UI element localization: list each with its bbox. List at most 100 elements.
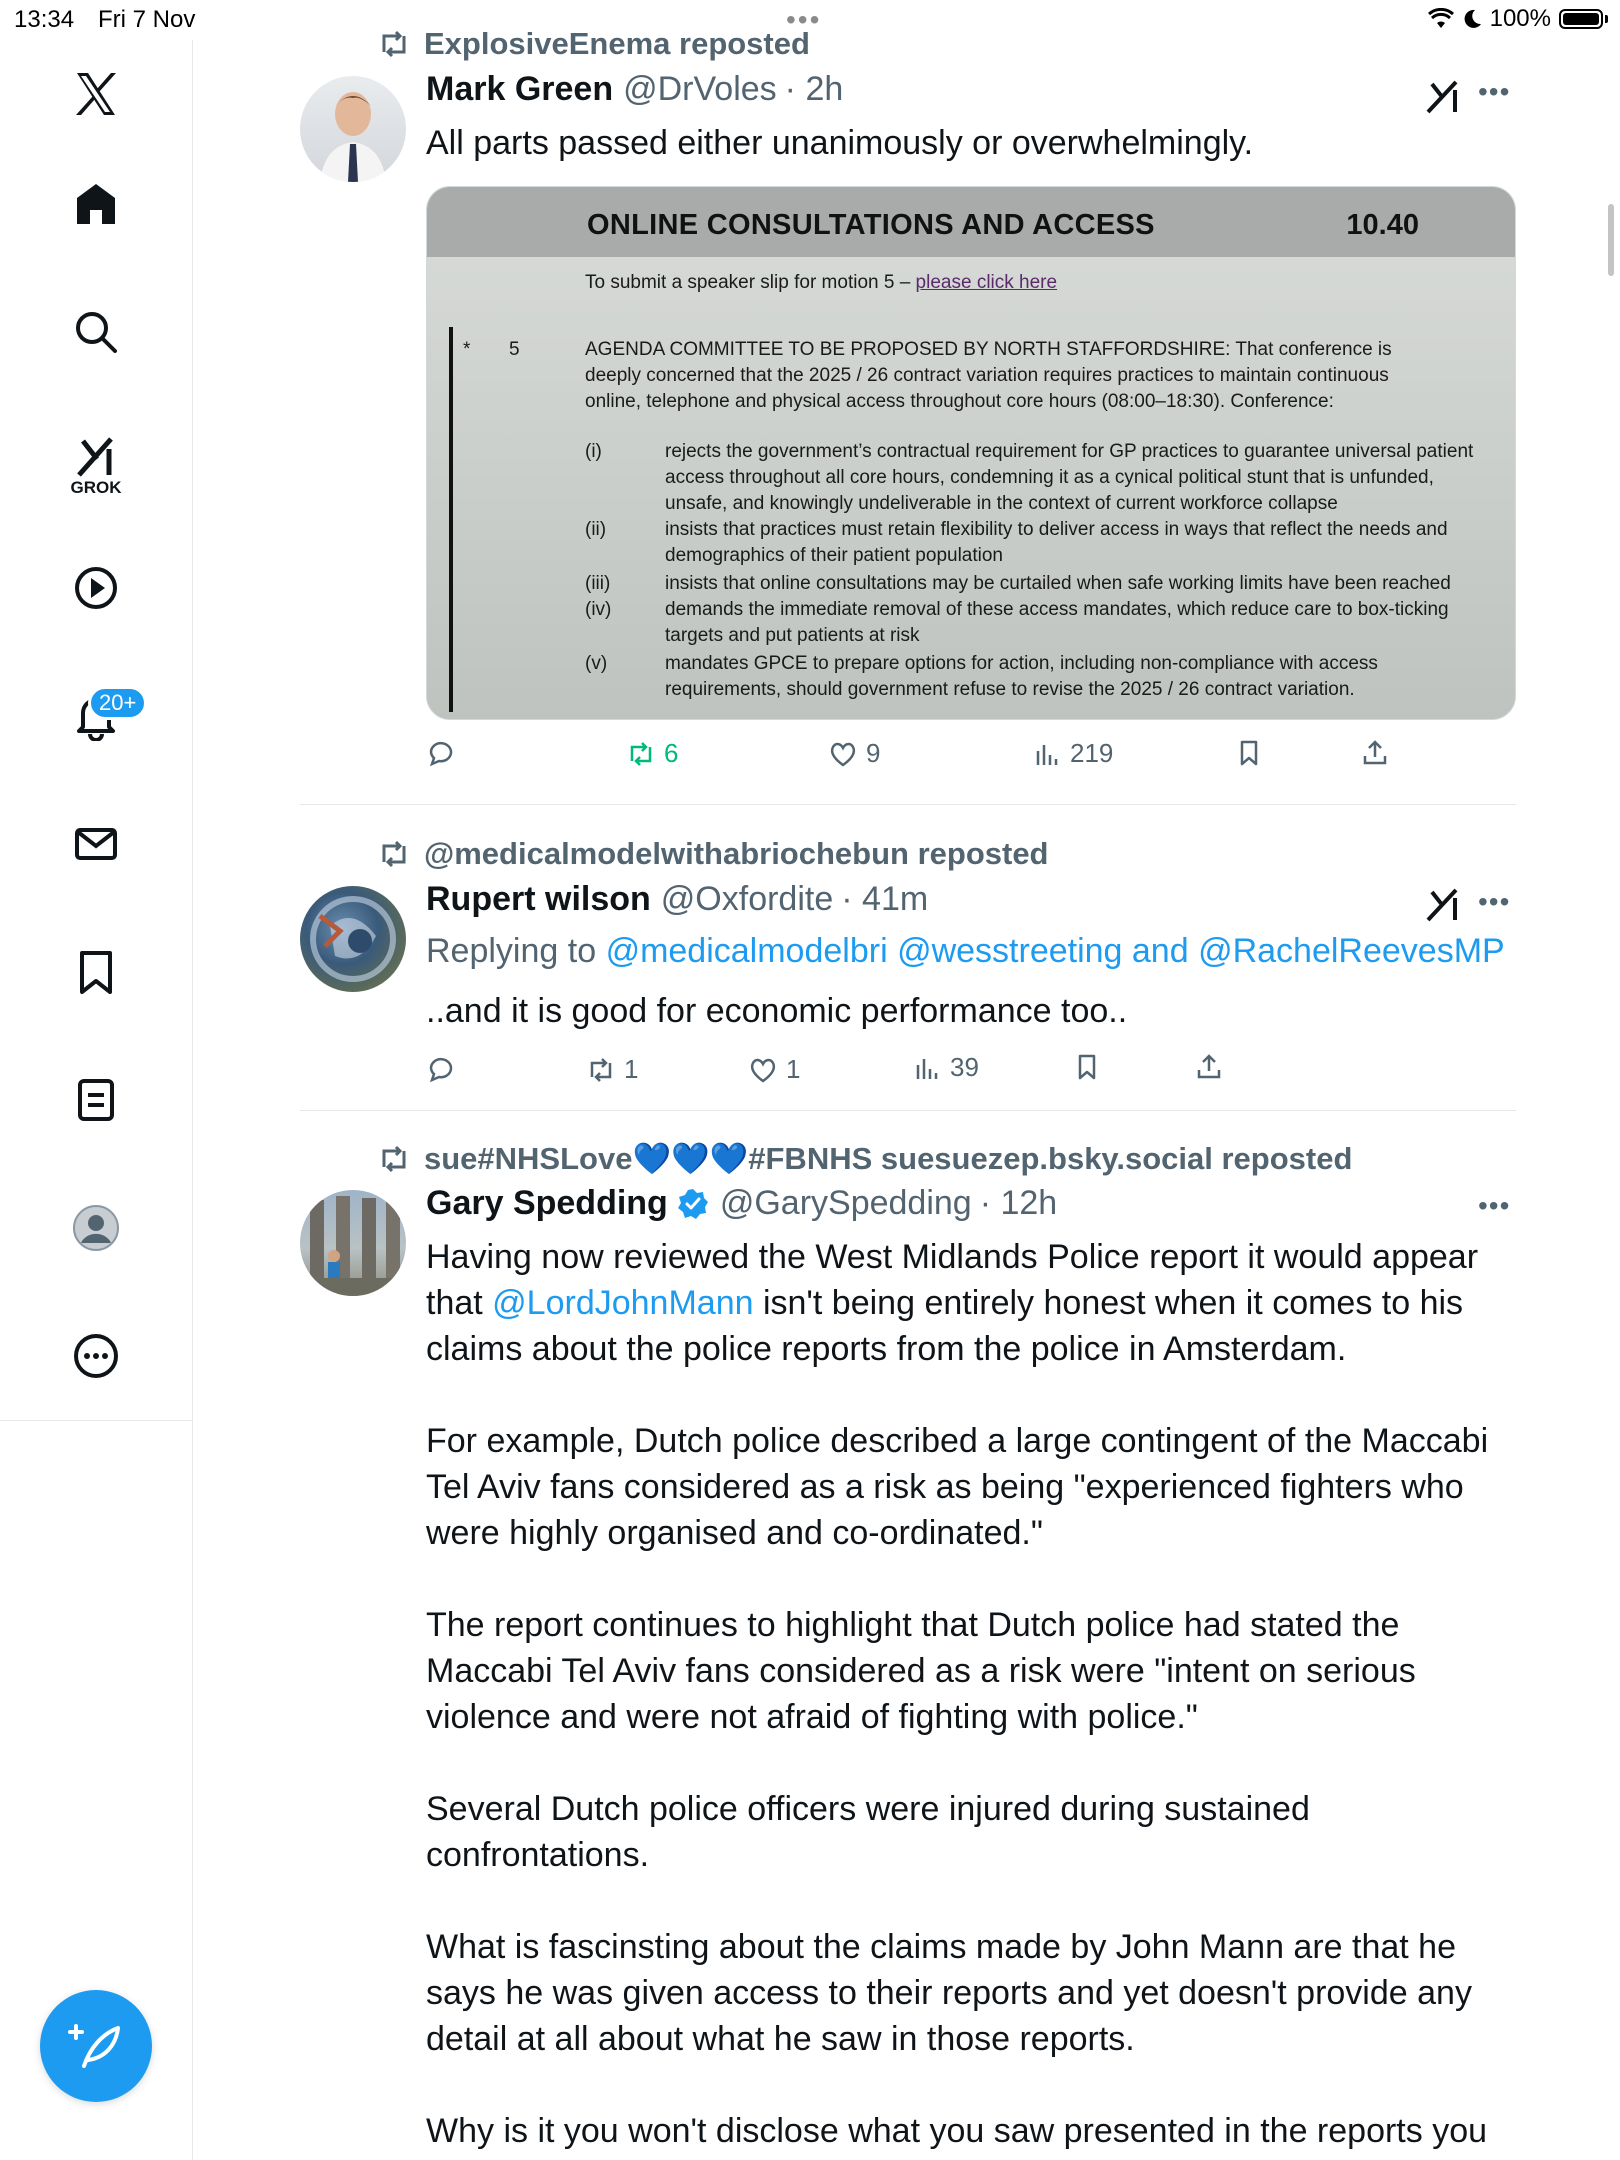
battery-tip: [1605, 15, 1608, 23]
sidebar: GROK: [0, 40, 193, 1420]
x-logo-icon[interactable]: [56, 54, 136, 134]
bookmark-icon: [1240, 740, 1258, 766]
share-icon: [1363, 740, 1387, 765]
doc-item-text: mandates GPCE to prepare options for act…: [665, 653, 1378, 700]
doc-item-num: (iii): [585, 573, 611, 594]
grok-icon[interactable]: [1424, 884, 1464, 924]
doc-item-num: (v): [585, 653, 608, 674]
avatar[interactable]: [300, 1190, 406, 1296]
reply-icon: [429, 741, 453, 767]
like-button[interactable]: 1: [748, 1054, 800, 1085]
bookmark-button[interactable]: [1234, 738, 1264, 768]
reply-button[interactable]: [426, 738, 456, 768]
compose-feather-icon: [68, 2024, 120, 2068]
analytics-icon: [916, 1058, 938, 1079]
doc-item-num: (ii): [585, 519, 607, 540]
author-name[interactable]: Gary Spedding: [426, 1184, 668, 1223]
replying-prefix: Replying to: [426, 932, 597, 970]
more-options-icon[interactable]: •••: [1478, 1190, 1510, 1222]
doc-motion-text: AGENDA COMMITTEE TO BE PROPOSED BY NORTH…: [585, 339, 1392, 412]
more-options-icon[interactable]: •••: [1478, 76, 1510, 108]
status-right: 100%: [1427, 5, 1608, 33]
bookmarks-icon[interactable]: [56, 932, 136, 1012]
post-text: ..and it is good for economic performanc…: [426, 992, 1128, 1030]
status-bar: 13:34 Fri 7 Nov ••• 100%: [0, 0, 1620, 40]
share-button[interactable]: [1194, 1052, 1224, 1082]
post-author[interactable]: Mark Green @DrVoles · 2h: [426, 70, 843, 109]
post-divider: [300, 804, 1516, 805]
sidebar-border: [192, 1420, 193, 2160]
repost-icon: [590, 1057, 612, 1082]
post-time[interactable]: · 12h: [980, 1184, 1058, 1223]
avatar[interactable]: [300, 886, 406, 992]
doc-item-text: rejects the government’s contractual req…: [665, 441, 1474, 514]
like-count: 9: [866, 738, 881, 768]
bookmark-button[interactable]: [1072, 1052, 1102, 1082]
wifi-icon: [1427, 8, 1454, 28]
like-count: 1: [786, 1054, 801, 1084]
messages-envelope-icon[interactable]: [56, 804, 136, 884]
doc-time: 10.40: [1346, 209, 1419, 241]
battery-icon: [1559, 9, 1603, 29]
moon-icon: [1464, 9, 1481, 28]
share-button[interactable]: [1360, 738, 1390, 768]
reply-icon: [429, 1057, 453, 1083]
author-name[interactable]: Rupert wilson: [426, 880, 651, 919]
post-author[interactable]: Rupert wilson @Oxfordite · 41m: [426, 880, 928, 919]
profile-avatar-icon[interactable]: [56, 1188, 136, 1268]
more-options-icon[interactable]: [56, 1316, 136, 1396]
avatar[interactable]: [300, 76, 406, 182]
replying-to-handles[interactable]: @medicalmodelbri @wesstreeting and @Rach…: [606, 932, 1505, 970]
video-icon[interactable]: [56, 548, 136, 628]
post-time[interactable]: · 2h: [785, 70, 844, 109]
repost-by: @medicalmodelwithabriochebun reposted: [424, 836, 1049, 871]
scrollbar[interactable]: [1608, 204, 1614, 276]
verified-badge-icon[interactable]: [676, 1187, 710, 1221]
heart-icon: [750, 1058, 776, 1083]
author-name[interactable]: Mark Green: [426, 70, 613, 109]
doc-motion-number: 5: [509, 339, 520, 360]
analytics-icon: [1036, 744, 1058, 765]
compose-post-button[interactable]: [40, 1990, 152, 2102]
views-button[interactable]: 39: [912, 1052, 979, 1083]
author-handle[interactable]: @Oxfordite: [661, 880, 833, 919]
views-button[interactable]: 219: [1032, 738, 1113, 769]
doc-star: *: [463, 339, 471, 360]
doc-item-num: (iv): [585, 599, 612, 620]
like-button[interactable]: 9: [828, 738, 880, 769]
repost-button[interactable]: 1: [586, 1054, 638, 1085]
post-paragraph: What is fascinsting about the claims mad…: [426, 1928, 1482, 2058]
lists-icon[interactable]: [56, 1060, 136, 1140]
doc-item-text: insists that practices must retain flexi…: [665, 519, 1448, 566]
author-handle[interactable]: @GarySpedding: [720, 1184, 972, 1223]
mention-link[interactable]: @LordJohnMann: [492, 1284, 753, 1322]
doc-title: ONLINE CONSULTATIONS AND ACCESS: [587, 209, 1155, 241]
post-author[interactable]: Gary Spedding @GarySpedding · 12h: [426, 1184, 1057, 1223]
share-icon: [1197, 1054, 1221, 1079]
home-icon[interactable]: [56, 164, 136, 244]
notifications-badge: 20+: [88, 686, 148, 720]
post-text: All parts passed either unanimously or o…: [426, 124, 1254, 162]
author-handle[interactable]: @DrVoles: [623, 70, 777, 109]
replying-to: Replying to @medicalmodelbri @wesstreeti…: [426, 928, 1506, 974]
post-time[interactable]: · 41m: [841, 880, 928, 919]
grok-label: GROK: [70, 478, 122, 497]
reply-button[interactable]: [426, 1054, 456, 1084]
battery-percent: 100%: [1489, 5, 1551, 32]
view-count: 39: [950, 1052, 979, 1082]
repost-indicator: @medicalmodelwithabriochebun reposted: [378, 836, 1049, 872]
heart-icon: [830, 742, 856, 767]
repost-button[interactable]: 6: [626, 738, 678, 769]
more-options-icon[interactable]: •••: [1478, 886, 1510, 918]
repost-indicator: sue#NHSLove💙💙💙#FBNHS suesuezep.bsky.soci…: [378, 1140, 1352, 1177]
post-image[interactable]: ONLINE CONSULTATIONS AND ACCESS 10.40 To…: [426, 186, 1516, 720]
doc-item-text: demands the immediate removal of these a…: [665, 599, 1449, 646]
repost-by: ExplosiveEnema reposted: [424, 26, 810, 61]
doc-margin-bar: [449, 327, 453, 712]
repost-icon: [382, 1145, 406, 1172]
grok-icon[interactable]: [1424, 76, 1464, 116]
post-divider: [300, 1110, 1516, 1111]
doc-speaker-slip: To submit a speaker slip for motion 5 – …: [585, 270, 1057, 296]
repost-icon: [382, 30, 406, 58]
search-icon[interactable]: [56, 292, 136, 372]
